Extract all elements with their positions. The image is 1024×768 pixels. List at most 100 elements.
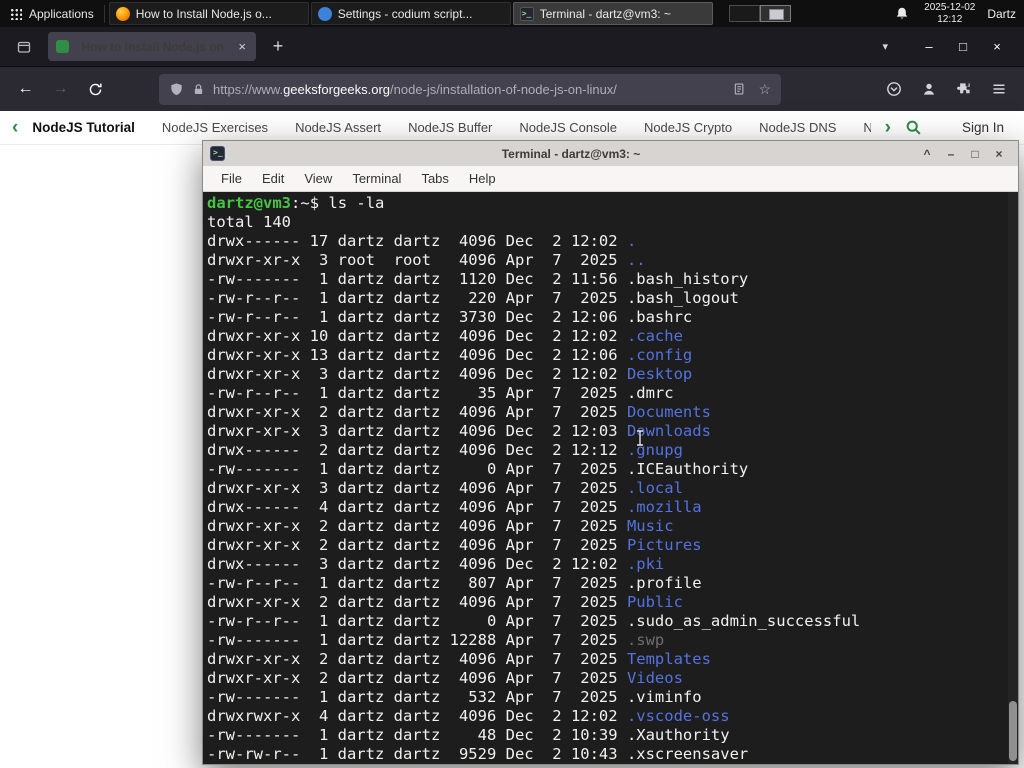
terminal-window: Terminal - dartz@vm3: ~ ^ – □ × FileEdit… — [202, 140, 1019, 765]
ls-row-meta: drwxr-xr-x 2 dartz dartz 4096 Apr 7 2025 — [207, 593, 627, 611]
list-all-tabs-icon[interactable]: ▾ — [882, 40, 888, 53]
reload-button[interactable] — [80, 74, 111, 104]
account-icon[interactable] — [913, 74, 944, 104]
tab-close-icon[interactable]: × — [236, 39, 248, 54]
ls-row: drwx------ 2 dartz dartz 4096 Dec 2 12:1… — [207, 441, 1018, 460]
new-tab-button[interactable]: + — [266, 36, 290, 57]
ls-row-meta: -rw-rw-r-- 1 dartz dartz 9529 Dec 2 10:4… — [207, 745, 627, 763]
site-nav-item[interactable]: NodeJS DNS — [759, 120, 836, 135]
browser-toolbar: ← → https://www.geeksforgeeks.org/node-j… — [0, 66, 1024, 111]
terminal-maximize-button[interactable]: □ — [965, 145, 985, 163]
ls-row-name: .viminfo — [626, 688, 702, 706]
terminal-scrollbar-thumb[interactable] — [1009, 701, 1017, 761]
ls-output: drwx------ 17 dartz dartz 4096 Dec 2 12:… — [207, 232, 1018, 764]
ls-row-name: .swp — [626, 631, 665, 649]
terminal-close-button[interactable]: × — [989, 145, 1009, 163]
terminal-menu-file[interactable]: File — [211, 166, 252, 192]
sign-in-button[interactable]: Sign In — [962, 120, 1004, 135]
terminal-menu-view[interactable]: View — [294, 166, 342, 192]
ls-row-meta: -rw-r--r-- 1 dartz dartz 807 Apr 7 2025 — [207, 574, 627, 592]
ls-row-meta: -rw-r--r-- 1 dartz dartz 3730 Dec 2 12:0… — [207, 308, 627, 326]
terminal-screen[interactable]: dartz@vm3:~$ ls -la total 140 drwx------… — [203, 192, 1018, 764]
ls-row-name: .pki — [626, 555, 665, 573]
terminal-titlebar[interactable]: Terminal - dartz@vm3: ~ ^ – □ × — [203, 141, 1018, 166]
site-search-icon[interactable] — [905, 119, 922, 136]
firefox-view-icon[interactable] — [10, 33, 38, 61]
terminal-menu-terminal[interactable]: Terminal — [342, 166, 411, 192]
pocket-icon[interactable] — [878, 74, 909, 104]
ls-row-name: .dmrc — [626, 384, 674, 402]
ls-row: -rw-r--r-- 1 dartz dartz 220 Apr 7 2025 … — [207, 289, 1018, 308]
workspace-switcher[interactable] — [728, 5, 791, 22]
ls-row-meta: drwx------ 2 dartz dartz 4096 Dec 2 12:1… — [207, 441, 627, 459]
terminal-icon — [519, 6, 534, 21]
ls-row: drwxr-xr-x 3 dartz dartz 4096 Dec 2 12:0… — [207, 365, 1018, 384]
ls-row-meta: drwxr-xr-x 13 dartz dartz 4096 Dec 2 12:… — [207, 346, 627, 364]
browser-minimize-button[interactable]: – — [912, 34, 946, 60]
terminal-minimize-button[interactable]: – — [941, 145, 961, 163]
session-user-label[interactable]: Dartz — [987, 7, 1016, 21]
ls-row: drwxr-xr-x 2 dartz dartz 4096 Apr 7 2025… — [207, 593, 1018, 612]
taskbar-item-codium[interactable]: Settings - codium script... — [310, 2, 511, 25]
terminal-menubar: File Edit View Terminal Tabs Help — [203, 166, 1018, 192]
typed-command: ls -la — [319, 194, 385, 212]
ls-row: -rw------- 1 dartz dartz 1120 Dec 2 11:5… — [207, 270, 1018, 289]
taskbar-item-firefox[interactable]: How to Install Node.js o... — [108, 2, 309, 25]
prompt-line: dartz@vm3:~$ ls -la — [207, 194, 1018, 213]
terminal-shade-button[interactable]: ^ — [917, 145, 937, 163]
site-nav-item[interactable]: NodeJS Assert — [295, 120, 381, 135]
workspace-1[interactable] — [728, 5, 760, 22]
site-nav-item[interactable]: NodeJS Tutorial — [32, 120, 135, 135]
workspace-2[interactable] — [759, 5, 791, 22]
ls-row: drwxr-xr-x 10 dartz dartz 4096 Dec 2 12:… — [207, 327, 1018, 346]
ls-row-name: Downloads — [626, 422, 711, 440]
terminal-menu-help[interactable]: Help — [459, 166, 506, 192]
ls-row: -rw-r--r-- 1 dartz dartz 3730 Dec 2 12:0… — [207, 308, 1018, 327]
ls-row-name: .cache — [626, 327, 683, 345]
ls-row-meta: -rw-r--r-- 1 dartz dartz 220 Apr 7 2025 — [207, 289, 627, 307]
site-nav-item[interactable]: NodeJS Buffer — [408, 120, 492, 135]
taskbar-item-terminal[interactable]: Terminal - dartz@vm3: ~ — [512, 2, 713, 25]
ls-row-meta: -rw------- 1 dartz dartz 48 Dec 2 10:39 — [207, 726, 627, 744]
ls-row-name: .vscode-oss — [626, 707, 730, 725]
back-button[interactable]: ← — [10, 74, 41, 104]
terminal-window-icon[interactable] — [210, 146, 225, 161]
ls-row: drwxr-xr-x 2 dartz dartz 4096 Apr 7 2025… — [207, 536, 1018, 555]
browser-tab[interactable]: How to Install Node.js on × — [48, 32, 256, 61]
site-nav-item[interactable]: Node — [863, 120, 870, 135]
ls-row-meta: drwxr-xr-x 3 root root 4096 Apr 7 2025 — [207, 251, 627, 269]
ls-row-name: .bash_history — [626, 270, 749, 288]
ls-row-name: Documents — [626, 403, 711, 421]
ls-row-meta: drwx------ 17 dartz dartz 4096 Dec 2 12:… — [207, 232, 627, 250]
total-line: total 140 — [207, 213, 291, 231]
panel-clock[interactable]: 2025-12-02 12:12 — [924, 2, 975, 26]
reader-view-icon[interactable] — [732, 82, 746, 96]
forward-button[interactable]: → — [45, 74, 76, 104]
site-nav-item[interactable]: NodeJS Console — [519, 120, 617, 135]
applications-menu-button[interactable]: Applications — [0, 0, 104, 27]
site-nav-item[interactable]: NodeJS Crypto — [644, 120, 732, 135]
url-bar[interactable]: https://www.geeksforgeeks.org/node-js/in… — [159, 73, 781, 105]
nav-scroll-right-icon[interactable]: › — [885, 118, 891, 137]
ls-row: drwxr-xr-x 13 dartz dartz 4096 Dec 2 12:… — [207, 346, 1018, 365]
taskbar-item-label: How to Install Node.js o... — [135, 6, 272, 21]
tracking-protection-shield-icon[interactable] — [169, 82, 184, 97]
ls-row-meta: -rw------- 1 dartz dartz 0 Apr 7 2025 — [207, 460, 627, 478]
terminal-menu-tabs[interactable]: Tabs — [411, 166, 458, 192]
browser-close-button[interactable]: × — [980, 34, 1014, 60]
menu-icon[interactable] — [983, 74, 1014, 104]
nav-scroll-left-icon[interactable]: ‹ — [12, 118, 18, 137]
terminal-scrollbar[interactable] — [1008, 192, 1018, 764]
ls-row-name: Videos — [626, 669, 683, 687]
site-nav-items: NodeJS Tutorial NodeJS Exercises NodeJS As… — [32, 120, 870, 135]
site-favicon — [56, 40, 69, 53]
browser-maximize-button[interactable]: □ — [946, 34, 980, 60]
extensions-icon[interactable] — [948, 74, 979, 104]
bookmark-star-icon[interactable]: ☆ — [758, 81, 771, 98]
ls-row: -rw------- 1 dartz dartz 12288 Apr 7 202… — [207, 631, 1018, 650]
site-nav-item[interactable]: NodeJS Exercises — [162, 120, 268, 135]
lock-icon[interactable] — [192, 83, 205, 96]
ls-row-meta: -rw------- 1 dartz dartz 1120 Dec 2 11:5… — [207, 270, 627, 288]
notifications-bell-icon[interactable] — [892, 4, 912, 24]
terminal-menu-edit[interactable]: Edit — [252, 166, 294, 192]
